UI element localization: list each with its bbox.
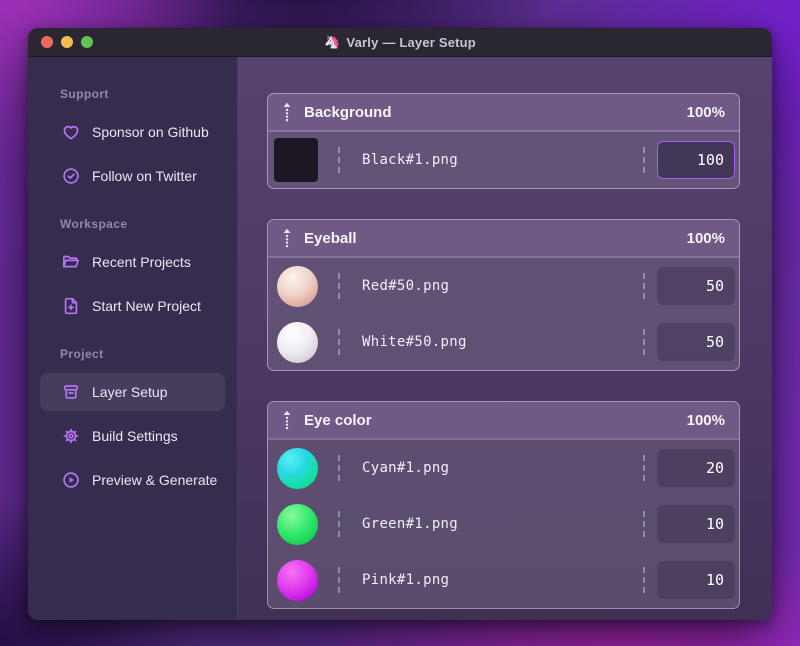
sidebar-item-sponsor-on-github[interactable]: Sponsor on Github — [40, 113, 225, 151]
window-content: Support Sponsor on Github Follow on Twit… — [28, 57, 772, 620]
row-drag-dots[interactable] — [338, 273, 340, 299]
layer-weight-input[interactable] — [657, 323, 735, 361]
window-title-text: Varly — Layer Setup — [346, 34, 476, 50]
sidebar: Support Sponsor on Github Follow on Twit… — [28, 57, 238, 620]
window-title: 🦄 Varly — Layer Setup — [324, 34, 476, 50]
separator-dots — [643, 511, 645, 537]
layer-row-green-1-png[interactable]: Green#1.png — [268, 496, 739, 552]
sidebar-section-label-support: Support — [60, 87, 109, 101]
layer-group-eye-color: Eye color 100% Cyan#1.png Green#1.png Pi… — [267, 401, 740, 609]
layer-row-black-1-png[interactable]: Black#1.png — [268, 132, 739, 188]
sidebar-item-label: Layer Setup — [92, 384, 168, 400]
minimize-button[interactable] — [61, 36, 73, 48]
layer-weight-input[interactable] — [657, 561, 735, 599]
sidebar-item-label: Follow on Twitter — [92, 168, 197, 184]
layer-row-white-50-png[interactable]: White#50.png — [268, 314, 739, 370]
sidebar-item-label: Start New Project — [92, 298, 201, 314]
layer-filename: Green#1.png — [362, 516, 459, 532]
sidebar-section: Support Sponsor on Github Follow on Twit… — [40, 87, 225, 195]
app-window: 🦄 Varly — Layer Setup Support Sponsor on… — [28, 28, 772, 620]
layer-weight-input[interactable] — [657, 449, 735, 487]
layer-group-header[interactable]: Eye color 100% — [268, 402, 739, 438]
layer-row-cyan-1-png[interactable]: Cyan#1.png — [268, 440, 739, 496]
layer-group-header[interactable]: Eyeball 100% — [268, 220, 739, 256]
zoom-button[interactable] — [81, 36, 93, 48]
close-button[interactable] — [41, 36, 53, 48]
row-drag-dots[interactable] — [338, 567, 340, 593]
row-drag-dots[interactable] — [338, 511, 340, 537]
sidebar-item-label: Preview & Generate — [92, 472, 218, 488]
unicorn-app-icon: 🦄 — [324, 34, 341, 49]
play-circle-icon — [60, 470, 81, 491]
layer-weight-input[interactable] — [657, 141, 735, 179]
sidebar-section: Workspace Recent Projects Start New Proj… — [40, 217, 225, 325]
red-sphere-thumbnail — [277, 265, 318, 307]
cyan-sphere-thumbnail — [277, 447, 318, 489]
sidebar-section: Project Layer Setup Build Settings Previ… — [40, 347, 225, 499]
green-sphere-thumbnail — [277, 503, 318, 545]
separator-dots — [643, 273, 645, 299]
layer-filename: Pink#1.png — [362, 572, 450, 588]
layer-group-weight: 100% — [686, 229, 725, 247]
layer-row-pink-1-png[interactable]: Pink#1.png — [268, 552, 739, 608]
layer-filename: Black#1.png — [362, 152, 459, 168]
drag-handle-icon[interactable] — [282, 228, 292, 248]
verified-badge-icon — [60, 166, 81, 187]
sidebar-item-start-new-project[interactable]: Start New Project — [40, 287, 225, 325]
traffic-lights — [41, 28, 93, 56]
layer-setup-panel: Background 100% Black#1.png Eyeball 100% — [238, 57, 772, 620]
layer-group-eyeball: Eyeball 100% Red#50.png White#50.png — [267, 219, 740, 371]
archive-box-icon — [60, 382, 81, 403]
sidebar-item-label: Recent Projects — [92, 254, 191, 270]
layer-group-weight: 100% — [686, 103, 725, 121]
sidebar-section-label-project: Project — [60, 347, 104, 361]
row-drag-dots[interactable] — [338, 329, 340, 355]
separator-dots — [643, 567, 645, 593]
layer-weight-input[interactable] — [657, 267, 735, 305]
separator-dots — [643, 329, 645, 355]
sidebar-item-preview-generate[interactable]: Preview & Generate — [40, 461, 225, 499]
layer-group-name: Background — [304, 103, 392, 121]
layer-group-header[interactable]: Background 100% — [268, 94, 739, 130]
white-sphere-thumbnail — [277, 321, 318, 363]
pink-sphere-thumbnail — [277, 559, 318, 601]
titlebar[interactable]: 🦄 Varly — Layer Setup — [28, 28, 772, 57]
gear-icon — [60, 426, 81, 447]
layer-filename: Cyan#1.png — [362, 460, 450, 476]
layer-filename: White#50.png — [362, 334, 467, 350]
layer-filename: Red#50.png — [362, 278, 450, 294]
sidebar-item-layer-setup[interactable]: Layer Setup — [40, 373, 225, 411]
layer-weight-input[interactable] — [657, 505, 735, 543]
drag-handle-icon[interactable] — [282, 410, 292, 430]
sidebar-item-recent-projects[interactable]: Recent Projects — [40, 243, 225, 281]
layer-row-red-50-png[interactable]: Red#50.png — [268, 258, 739, 314]
sidebar-item-label: Build Settings — [92, 428, 178, 444]
drag-handle-icon[interactable] — [282, 102, 292, 122]
layer-group-name: Eyeball — [304, 229, 357, 247]
separator-dots — [643, 147, 645, 173]
separator-dots — [643, 455, 645, 481]
layer-group-name: Eye color — [304, 411, 372, 429]
layer-group-background: Background 100% Black#1.png — [267, 93, 740, 189]
sidebar-section-label-workspace: Workspace — [60, 217, 128, 231]
file-plus-icon — [60, 296, 81, 317]
row-drag-dots[interactable] — [338, 455, 340, 481]
layer-group-weight: 100% — [686, 411, 725, 429]
row-drag-dots[interactable] — [338, 147, 340, 173]
heart-icon — [60, 122, 81, 143]
black-square-thumbnail — [274, 138, 318, 182]
sidebar-item-follow-on-twitter[interactable]: Follow on Twitter — [40, 157, 225, 195]
folder-open-icon — [60, 252, 81, 273]
sidebar-item-build-settings[interactable]: Build Settings — [40, 417, 225, 455]
sidebar-item-label: Sponsor on Github — [92, 124, 209, 140]
